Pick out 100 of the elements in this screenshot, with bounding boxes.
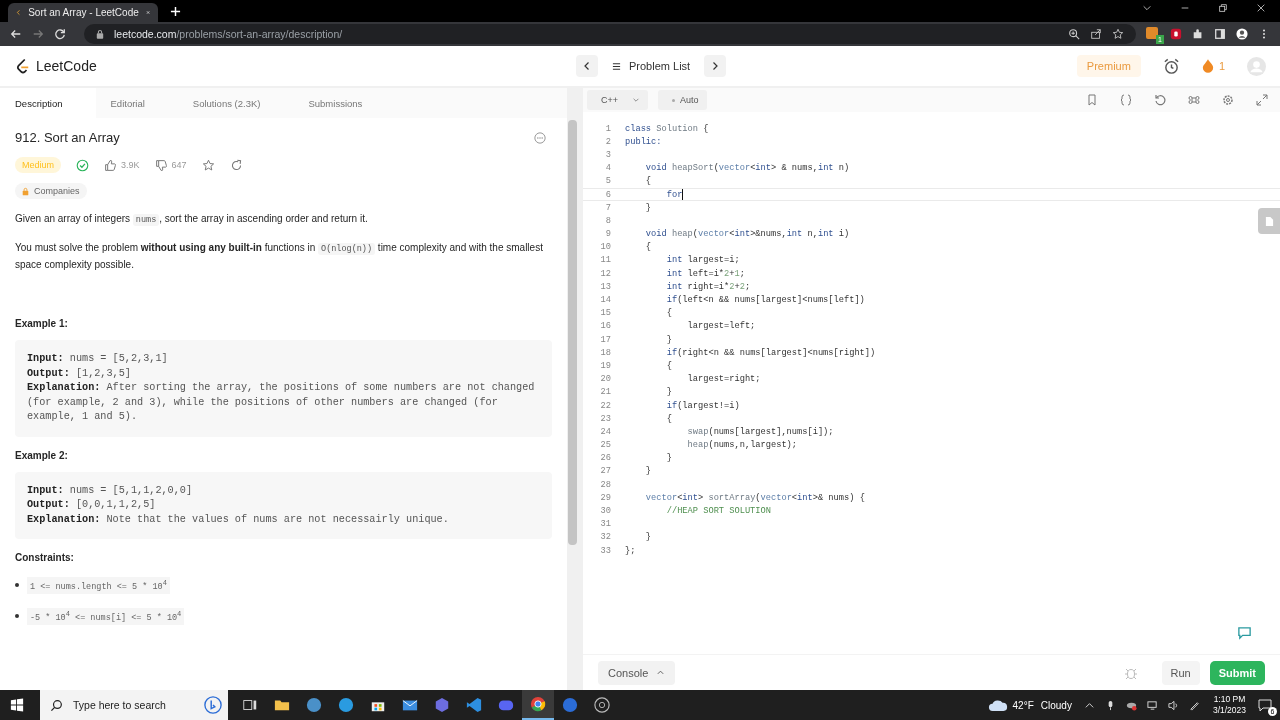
line-number: 5 xyxy=(604,176,611,187)
profile-avatar[interactable] xyxy=(1236,28,1248,40)
line-number: 2 xyxy=(604,136,611,147)
back-icon[interactable] xyxy=(10,28,22,40)
code-line[interactable]: if(left<n && nums[largest]<nums[left]) xyxy=(625,295,865,306)
console-button[interactable]: Console xyxy=(598,660,676,685)
line-number: 1 xyxy=(604,123,611,134)
code-line[interactable]: class Solution { xyxy=(625,123,709,134)
code-line[interactable]: //HEAP SORT SOLUTION xyxy=(625,506,771,517)
close-tab-icon[interactable] xyxy=(145,8,150,17)
code-line[interactable]: } xyxy=(625,202,652,213)
example-line: Input: nums = [5,1,1,2,0,0] xyxy=(27,483,194,498)
forward-icon[interactable] xyxy=(32,28,44,40)
new-tab-icon[interactable] xyxy=(170,6,181,17)
code-line[interactable]: } xyxy=(625,387,672,398)
code-line[interactable]: }; xyxy=(625,545,636,556)
code-line[interactable]: public: xyxy=(625,136,662,147)
code-line[interactable]: if(right<n && nums[largest]<nums[right]) xyxy=(625,347,876,358)
tab-title: Sort an Array - LeetCode xyxy=(28,7,139,18)
caret-icon[interactable] xyxy=(1142,3,1152,13)
code-line[interactable]: { xyxy=(625,176,652,187)
logo-icon[interactable] xyxy=(16,57,30,75)
problem-list-button[interactable]: Problem List xyxy=(606,60,697,72)
caret-icon xyxy=(656,668,666,677)
zoom-icon[interactable] xyxy=(1068,28,1080,40)
reload-icon[interactable] xyxy=(54,28,66,40)
alarm-clock-icon[interactable] xyxy=(1162,57,1180,75)
problem-title: 912. Sort an Array xyxy=(15,130,120,145)
star-icon[interactable] xyxy=(1112,28,1124,40)
code-line[interactable]: swap(nums[largest],nums[i]); xyxy=(625,426,834,437)
caret-icon xyxy=(632,96,640,104)
scrollbar-thumb[interactable] xyxy=(568,120,577,545)
example-heading: Example 1: xyxy=(15,318,69,329)
restore-icon[interactable] xyxy=(1218,3,1228,13)
code-line[interactable]: void heap(vector<int>&nums,int n,int i) xyxy=(625,229,850,240)
code-line[interactable]: void heapSort(vector<int> & nums,int n) xyxy=(625,163,850,174)
share-icon[interactable] xyxy=(229,158,243,172)
line-number: 4 xyxy=(604,163,611,174)
temperature: 42°F xyxy=(1012,699,1034,711)
line-number: 16 xyxy=(599,321,611,332)
close-icon[interactable] xyxy=(1256,3,1266,13)
settings-icon[interactable] xyxy=(1222,94,1234,106)
taskbar-search-field[interactable]: Type here to search xyxy=(40,690,228,720)
notifications-icon[interactable] xyxy=(1258,698,1272,712)
companies-tag[interactable]: Companies xyxy=(15,183,87,199)
reset-icon[interactable] xyxy=(1154,94,1166,106)
browser-tab[interactable]: Sort an Array - LeetCode xyxy=(8,3,158,22)
address-bar[interactable]: leetcode.com/problems/sort-an-array/description/ xyxy=(84,24,1136,44)
panel-tab[interactable]: Description xyxy=(0,88,96,118)
code-line[interactable]: { xyxy=(625,360,672,371)
code-line[interactable]: { xyxy=(625,413,672,424)
run-button[interactable]: Run xyxy=(1161,660,1200,685)
thumbs-down-icon xyxy=(154,158,168,172)
puzzle-icon[interactable] xyxy=(1192,28,1204,40)
hand-extension-icon[interactable] xyxy=(1170,28,1182,40)
command-icon[interactable] xyxy=(1188,94,1200,106)
code-line[interactable]: largest=left; xyxy=(625,321,756,332)
code-line[interactable]: } xyxy=(625,453,672,464)
example-line: Explanation: After sorting the array, the positions of some numbers are not changed (for example, 2 and 3), while the positions of other numbers are changed (for example, 1 and 5). xyxy=(27,381,536,424)
example-line: Output: [1,2,3,5] xyxy=(27,366,132,381)
chrome-icon[interactable] xyxy=(522,690,554,720)
bookmark-icon[interactable] xyxy=(1086,94,1098,106)
logo-text[interactable]: LeetCode xyxy=(36,58,97,74)
expand-icon[interactable] xyxy=(1256,94,1268,106)
description-paragraph: Given an array of integers nums , sort the array in ascending order and return it. xyxy=(15,212,369,228)
star-icon[interactable] xyxy=(201,158,215,172)
menu-icon xyxy=(612,61,621,71)
example-heading: Example 2: xyxy=(15,449,69,461)
code-line[interactable]: { xyxy=(625,242,652,253)
clock-date: 3/1/2023 xyxy=(1212,705,1246,716)
braces-icon[interactable] xyxy=(1120,94,1132,106)
chat-feedback-icon[interactable] xyxy=(1237,625,1252,640)
code-line[interactable]: vector<int> sortArray(vector<int>& nums) { xyxy=(625,492,865,503)
code-line[interactable]: largest=right; xyxy=(625,374,761,385)
more-options-icon[interactable] xyxy=(534,131,546,144)
code-line[interactable]: if(largest!=i) xyxy=(625,400,740,411)
side-panel-icon[interactable] xyxy=(1214,28,1226,40)
line-number: 25 xyxy=(599,440,611,451)
code-line[interactable]: } xyxy=(625,532,652,543)
pen-icon[interactable] xyxy=(1188,699,1200,711)
code-line[interactable]: int left=i*2+1; xyxy=(625,268,745,279)
panel-tab[interactable]: Solutions (2.3K) xyxy=(177,88,294,118)
code-line[interactable]: heap(nums,n,largest); xyxy=(625,440,798,451)
share-icon[interactable] xyxy=(1090,28,1102,40)
windows-start-icon[interactable] xyxy=(10,698,24,712)
code-line[interactable]: for xyxy=(625,189,684,201)
language-dropdown[interactable]: C++ xyxy=(587,90,648,110)
code-line[interactable]: int right=i*2+2; xyxy=(625,281,751,292)
network-icon[interactable] xyxy=(1146,699,1158,711)
code-line[interactable]: } xyxy=(625,334,672,345)
bing-icon[interactable] xyxy=(204,696,222,714)
code-line[interactable]: int largest=i; xyxy=(625,255,740,266)
code-line[interactable]: } xyxy=(625,466,652,477)
line-number: 22 xyxy=(599,400,611,411)
auto-mode-button[interactable]: Auto xyxy=(658,90,707,110)
line-number: 32 xyxy=(599,532,611,543)
panel-tab[interactable]: Editorial xyxy=(95,88,178,118)
panel-tab[interactable]: Submissions xyxy=(293,88,396,118)
volume-icon[interactable] xyxy=(1167,699,1179,711)
code-line[interactable]: { xyxy=(625,308,672,319)
